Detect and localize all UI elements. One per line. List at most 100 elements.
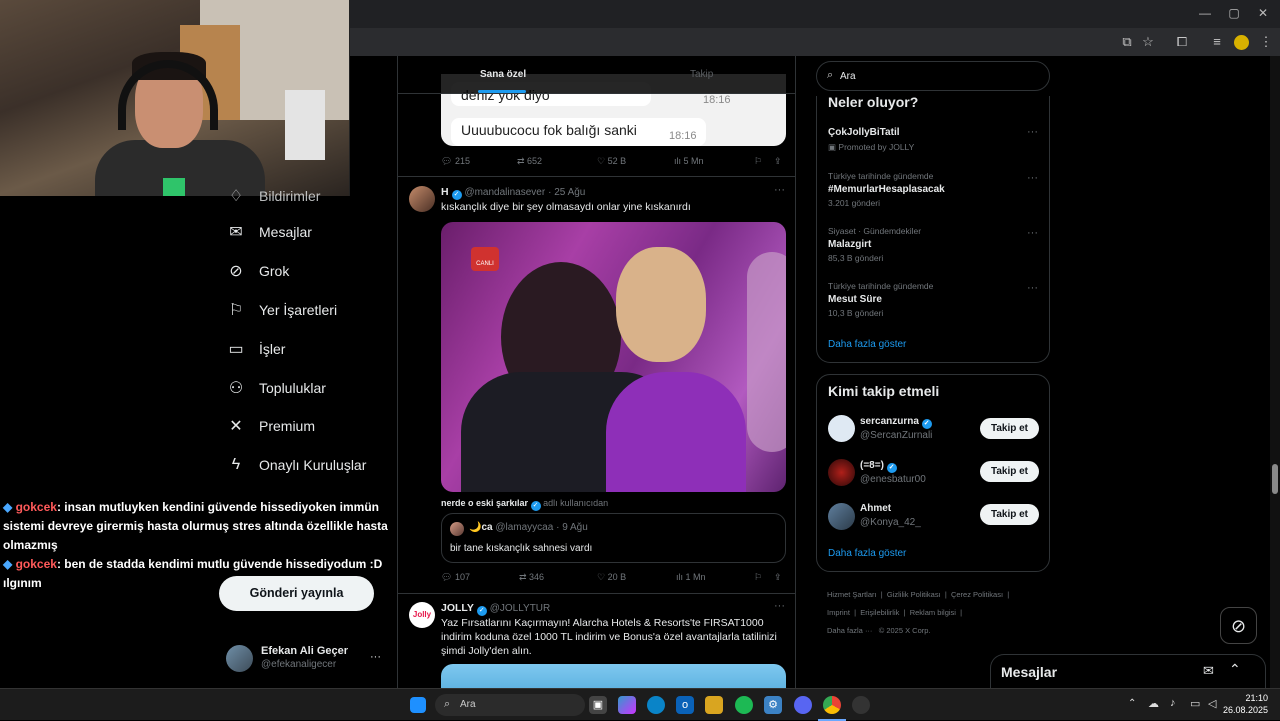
messages-drawer[interactable]: Mesajlar ✉ ⌃ — [990, 654, 1266, 688]
briefcase-icon: ▭ — [228, 341, 244, 358]
settings-icon[interactable]: ⚙ — [764, 696, 782, 714]
envelope-icon: ✉ — [229, 224, 243, 241]
more-icon[interactable]: ··· — [1027, 282, 1038, 294]
footer-link[interactable]: Erişilebilirlik — [860, 608, 899, 617]
follow-button[interactable]: Takip et — [980, 461, 1039, 482]
more-icon[interactable]: ··· — [774, 600, 785, 612]
clock-time[interactable]: 21:10 — [1228, 693, 1268, 703]
tweet-header: H ✓ @mandalinasever · 25 Ağu — [441, 186, 585, 200]
cloud-icon[interactable]: ☁ — [1148, 697, 1159, 710]
bookmark-icon[interactable]: ⚐ — [754, 156, 762, 167]
follow-button[interactable]: Takip et — [980, 504, 1039, 525]
scrollbar[interactable] — [1270, 56, 1280, 688]
share-icon[interactable]: ⇪ — [774, 572, 782, 583]
share-icon[interactable]: ⇪ — [774, 156, 782, 167]
grok-icon[interactable]: ⊘ — [1220, 607, 1257, 644]
nav-item-jobs[interactable]: ▭ İşler — [227, 335, 285, 363]
tab-for-you[interactable]: Sana özel — [480, 69, 526, 80]
footer-link[interactable]: Imprint — [827, 608, 850, 617]
scrollbar-thumb[interactable] — [1272, 464, 1278, 494]
stream-chat-overlay: ◆ gokcek: insan mutluyken kendini güvend… — [0, 498, 400, 593]
more-icon[interactable]: ··· — [774, 184, 785, 196]
like-button[interactable]: ♡ 20 B — [597, 572, 626, 583]
reading-list-icon[interactable]: ≡ — [1208, 34, 1226, 49]
new-message-icon[interactable]: ✉ — [1203, 663, 1214, 679]
footer-link[interactable]: Reklam bilgisi — [910, 608, 956, 617]
more-icon[interactable]: ··· — [1027, 227, 1038, 239]
nav-item-premium[interactable]: ✕ Premium — [227, 412, 315, 440]
like-button[interactable]: ♡ 52 B — [597, 156, 626, 167]
obs-icon[interactable] — [852, 696, 870, 714]
clock-date[interactable]: 26.08.2025 — [1222, 705, 1268, 715]
verified-badge-icon: ✓ — [886, 463, 897, 473]
nav-item-communities[interactable]: ⚇ Topluluklar — [227, 374, 326, 402]
chevron-up-icon[interactable]: ⌃ — [1229, 661, 1241, 678]
nav-item-bookmarks[interactable]: ⚐ Yer İşaretleri — [227, 296, 337, 324]
footer-link[interactable]: Hizmet Şartları — [827, 590, 877, 599]
close-button[interactable]: ✕ — [1253, 6, 1273, 20]
windows-taskbar: ⌕ Ara ▣ o ⚙ ⌃ ☁ ♪ ▭ ◁ 21:10 26.08.2025 — [0, 688, 1280, 721]
account-switcher[interactable]: Efekan Ali Geçer @efekanaligecer ··· — [226, 643, 386, 673]
avatar[interactable] — [828, 459, 855, 486]
badge-icon: ◆ — [3, 557, 13, 571]
task-view-icon[interactable]: ▣ — [589, 696, 607, 714]
search-input[interactable]: ⌕ Ara — [816, 61, 1050, 91]
reply-button[interactable]: 💬︎ 107 — [441, 572, 470, 583]
outlook-icon[interactable]: o — [676, 696, 694, 714]
nav-item-notifications[interactable]: ♢ Bildirimler — [227, 182, 321, 210]
start-icon[interactable] — [410, 697, 426, 713]
trend-item[interactable]: Türkiye tarihinde gündemde Mesut Süre 10… — [828, 281, 1040, 318]
copilot-icon[interactable] — [618, 696, 636, 714]
tweet-video[interactable]: CANLI — [441, 222, 786, 492]
maximize-button[interactable]: ▢ — [1224, 6, 1244, 20]
avatar[interactable] — [828, 415, 855, 442]
profile-avatar-icon[interactable] — [1234, 35, 1249, 50]
tweet-header: JOLLY ✓ @JOLLYTUR — [441, 602, 550, 616]
views-button[interactable]: ılı 1 Mn — [676, 572, 706, 582]
network-icon[interactable]: ▭ — [1190, 697, 1200, 710]
discord-icon[interactable] — [794, 696, 812, 714]
profile-name: Efekan Ali Geçer — [261, 645, 349, 657]
nav-item-grok[interactable]: ⊘ Grok — [227, 257, 289, 285]
more-icon[interactable]: ··· — [1027, 126, 1038, 138]
footer-link[interactable]: Çerez Politikası — [951, 590, 1003, 599]
file-explorer-icon[interactable] — [705, 696, 723, 714]
trend-item[interactable]: ÇokJollyBiTatil ▣ Promoted by JOLLY — [828, 127, 1040, 153]
avatar[interactable]: Jolly — [409, 602, 435, 628]
minimize-button[interactable]: — — [1195, 6, 1215, 20]
star-icon[interactable]: ☆ — [1139, 34, 1157, 50]
nav-item-verified-orgs[interactable]: ϟ Onaylı Kuruluşlar — [227, 451, 367, 479]
taskbar-search[interactable]: ⌕ Ara — [435, 694, 585, 716]
edge-icon[interactable] — [647, 696, 665, 714]
microphone-icon[interactable]: ♪ — [1170, 697, 1176, 709]
more-icon[interactable]: ··· — [1027, 172, 1038, 184]
volume-icon[interactable]: ◁ — [1208, 697, 1216, 710]
tweet-image[interactable] — [441, 664, 786, 688]
views-button[interactable]: ılı 5 Mn — [674, 156, 704, 166]
nav-item-messages[interactable]: ✉ Mesajlar — [227, 218, 312, 246]
chevron-up-icon[interactable]: ⌃ — [1128, 698, 1136, 709]
trend-item[interactable]: Türkiye tarihinde gündemde #MemurlarHesa… — [828, 171, 1040, 208]
show-more-trends-link[interactable]: Daha fazla göster — [828, 339, 906, 350]
avatar[interactable] — [409, 186, 435, 212]
repost-button[interactable]: ⇄ 346 — [519, 572, 544, 583]
reply-button[interactable]: 💬︎ 215 — [441, 156, 470, 167]
spotify-icon[interactable] — [735, 696, 753, 714]
avatar[interactable] — [828, 503, 855, 530]
kebab-menu-icon[interactable]: ⋮ — [1257, 34, 1275, 50]
extensions-icon[interactable]: ⧠ — [1173, 34, 1191, 50]
cast-icon[interactable]: ⧉ — [1118, 34, 1136, 50]
repost-button[interactable]: ⇄ 652 — [517, 156, 542, 167]
chrome-icon[interactable] — [823, 696, 841, 714]
show-more-suggestions-link[interactable]: Daha fazla göster — [828, 548, 906, 559]
tab-following[interactable]: Takip — [690, 69, 713, 80]
follow-button[interactable]: Takip et — [980, 418, 1039, 439]
author-handle: @JOLLYTUR — [489, 603, 551, 614]
footer-link[interactable]: Daha fazla ··· — [827, 626, 872, 635]
quoted-tweet[interactable]: 🌙ca @lamayycaa · 9 Ağu bir tane kıskançl… — [441, 513, 786, 563]
bookmark-icon[interactable]: ⚐ — [754, 572, 762, 583]
footer-link[interactable]: Gizlilik Politikası — [887, 590, 941, 599]
trend-item[interactable]: Siyaset · Gündemdekiler Malazgirt 85,3 B… — [828, 226, 1040, 263]
messages-drawer-title: Mesajlar — [1001, 664, 1058, 680]
more-icon[interactable]: ··· — [370, 651, 381, 663]
